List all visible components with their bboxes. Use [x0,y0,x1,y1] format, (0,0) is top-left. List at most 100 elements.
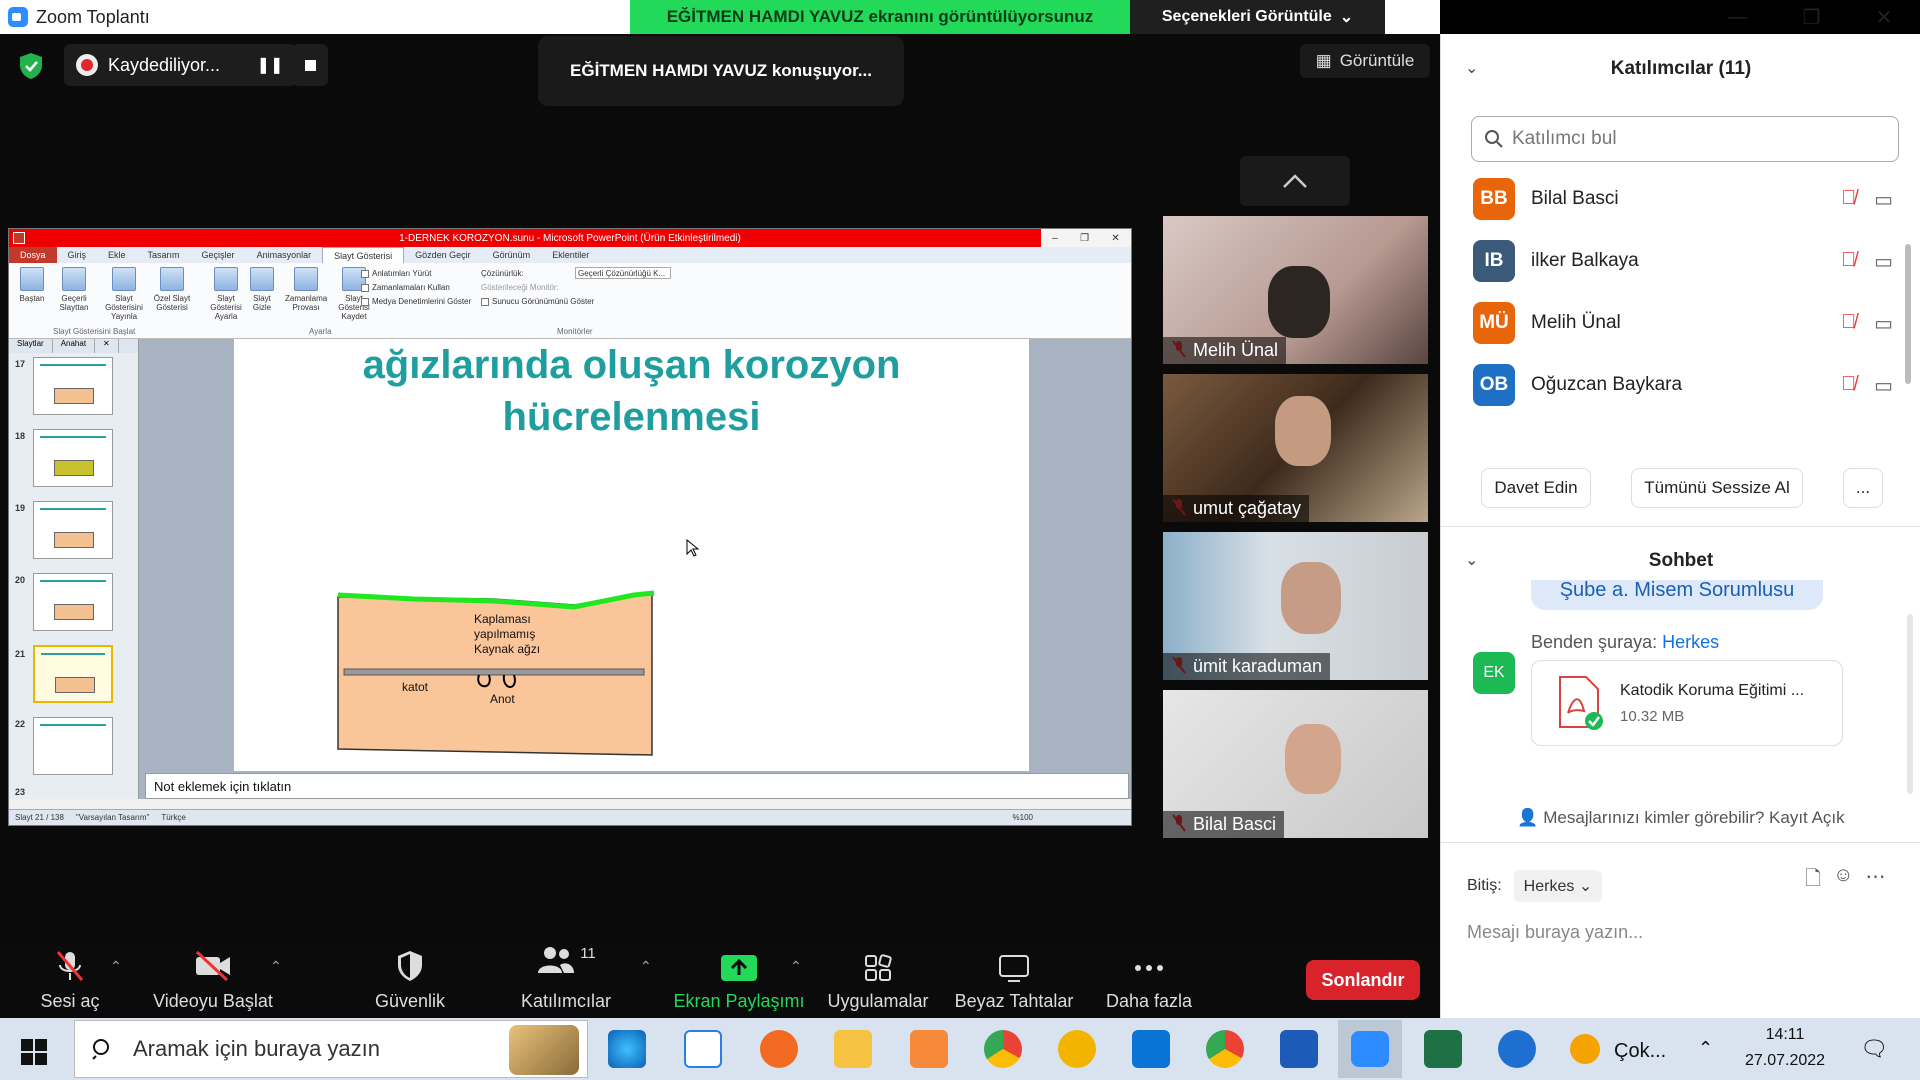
file-explorer-icon[interactable] [834,1030,872,1068]
file-icon[interactable]: 🗋 [1805,864,1821,898]
slide-thumbnail[interactable] [33,717,113,775]
ppt-tab-active[interactable]: Slayt Gösterisi [322,247,405,263]
stop-recording-button[interactable] [292,44,328,86]
from-target[interactable]: Herkes [1662,632,1719,652]
slide-thumbnail[interactable] [33,573,113,631]
emoji-icon[interactable]: ☺ [1833,864,1853,898]
more-options-icon[interactable]: ⋯ [1866,864,1886,898]
excel-icon[interactable] [1424,1030,1462,1068]
ppt-tab[interactable]: Dosya [9,247,57,263]
slide-thumbnail[interactable] [33,501,113,559]
ppt-tab[interactable]: Ekle [97,250,137,260]
shared-screen-powerpoint[interactable]: 1-DERNEK KOROZYON.sunu - Microsoft Power… [8,228,1132,826]
ppt-tab[interactable]: Eklentiler [541,250,600,260]
more-button[interactable]: Daha fazla [1098,946,1200,1018]
slide-thumbnail[interactable] [33,429,113,487]
help-icon[interactable] [1498,1030,1536,1068]
participants-scrollbar[interactable] [1905,244,1911,384]
ppt-rehearse-button[interactable]: Zamanlama Provası [285,267,327,312]
ppt-restore-icon[interactable]: ❐ [1080,233,1089,244]
audio-options-chevron-icon[interactable]: ⌃ [110,958,122,975]
status-zoom[interactable]: %100 [1013,813,1033,822]
mail-icon[interactable] [1132,1030,1170,1068]
ppt-notes-field[interactable]: Not eklemek için tıklatın [145,773,1129,799]
video-tile[interactable]: ümit karaduman [1163,532,1428,680]
tray-label[interactable]: Çok... [1614,1040,1666,1063]
chat-visibility-notice[interactable]: 👤 Mesajlarınızı kimler görebilir? Kayıt … [1441,808,1920,828]
video-tile[interactable]: Melih Ünal [1163,216,1428,364]
video-tile[interactable]: Bilal Basci [1163,690,1428,838]
close-icon[interactable]: ✕ [1876,5,1893,30]
restore-icon[interactable]: ❐ [1803,5,1821,30]
end-meeting-button[interactable]: Sonlandır [1306,960,1420,1000]
chat-message-input[interactable]: Mesajı buraya yazın... [1467,922,1643,943]
chat-scrollbar[interactable] [1907,614,1913,794]
slide-thumbnail[interactable] [33,357,113,415]
file-attachment[interactable]: Katodik Koruma Eğitimi ... 10.32 MB [1531,660,1843,746]
ppt-setup-show-button[interactable]: Slayt Gösterisi Ayarla [205,267,247,321]
pause-recording-button[interactable]: ❚❚ [252,44,288,86]
app-orange-icon[interactable] [760,1030,798,1068]
ppt-check-narrations[interactable]: Anlatımları Yürüt [361,269,431,278]
unmute-button[interactable]: Sesi aç [30,946,110,1018]
ppt-custom-show-button[interactable]: Özel Slayt Gösterisi [151,267,193,312]
tray-chevron-up-icon[interactable]: ⌃ [1698,1038,1713,1059]
zoom-taskbar-active[interactable] [1338,1020,1402,1078]
minimize-icon[interactable]: — [1728,6,1748,29]
ppt-broadcast-button[interactable]: Slayt Gösterisini Yayınla [99,267,149,321]
slides-tab[interactable]: Slaytlar [9,339,53,353]
slide-canvas[interactable]: ağızlarında oluşan korozyon hücrelenmesi… [234,339,1029,771]
ppt-tab[interactable]: Geçişler [191,250,246,260]
ppt-tab[interactable]: Giriş [57,250,98,260]
gallery-view-button[interactable]: ▦ Görüntüle [1300,44,1430,78]
participant-row[interactable]: OB Oğuzcan Baykara 🎙̸ ▭ [1473,360,1903,410]
ppt-check-timings[interactable]: Zamanlamaları Kullan [361,283,450,292]
ppt-check-presenter[interactable]: Sunucu Görünümünü Göster [481,297,594,306]
participants-more-button[interactable]: ... [1843,468,1883,508]
participant-row[interactable]: MÜ Melih Ünal 🎙̸ ▭ [1473,298,1903,348]
app-icon[interactable] [910,1030,948,1068]
word-icon[interactable] [1280,1030,1318,1068]
taskbar-clock[interactable]: 14:11 27.07.2022 [1720,1022,1850,1074]
video-options-chevron-icon[interactable]: ⌃ [270,958,282,975]
participants-button[interactable]: 11 Katılımcılar [516,945,616,1018]
taskbar-search-input[interactable]: Aramak için buraya yazın [74,1020,588,1078]
ppt-tab[interactable]: Görünüm [482,250,542,260]
encryption-shield-icon[interactable] [18,52,44,80]
participant-row[interactable]: IB ilker Balkaya 🎙̸ ▭ [1473,236,1903,286]
close-panel-icon[interactable]: ✕ [95,339,119,353]
participants-options-chevron-icon[interactable]: ⌃ [640,958,652,975]
ppt-from-current-button[interactable]: Geçerli Slayttan [53,267,95,312]
ppt-from-start-button[interactable]: Baştan [11,267,53,303]
apps-button[interactable]: Uygulamalar [824,946,932,1018]
ppt-hide-slide-button[interactable]: Slayt Gizle [245,267,279,312]
start-video-button[interactable]: Videoyu Başlat [148,946,278,1018]
ppt-tab[interactable]: Tasarım [137,250,191,260]
share-screen-button[interactable]: Ekran Paylaşımı [672,946,806,1018]
weather-icon[interactable] [1570,1034,1600,1064]
ppt-resolution-select[interactable]: Geçerli Çözünürlüğü K... [575,267,671,279]
share-options-chevron-icon[interactable]: ⌃ [790,958,802,975]
ppt-tab[interactable]: Animasyonlar [246,250,323,260]
notifications-icon[interactable]: 🗨 [1860,1036,1888,1062]
outline-tab[interactable]: Anahat [53,339,96,353]
chrome-icon[interactable] [984,1030,1022,1068]
edge-icon[interactable] [608,1030,646,1068]
view-options-button[interactable]: Seçenekleri Görüntüle ⌄ [1130,0,1385,34]
collapse-videos-button[interactable] [1240,156,1350,206]
recipient-select[interactable]: Herkes ⌄ [1513,870,1603,902]
ppt-minimize-icon[interactable]: – [1052,233,1058,244]
windows-start-icon[interactable] [20,1038,48,1066]
mute-all-button[interactable]: Tümünü Sessize Al [1631,468,1803,508]
participant-row[interactable]: BB Bilal Basci 🎙̸ ▭ [1473,174,1903,224]
ppt-close-icon[interactable]: ✕ [1111,233,1119,244]
whiteboards-button[interactable]: Beyaz Tahtalar [952,946,1076,1018]
video-tile[interactable]: umut çağatay [1163,374,1428,522]
app-yellow-icon[interactable] [1058,1030,1096,1068]
security-button[interactable]: Güvenlik [362,946,458,1018]
chrome-profile-icon[interactable] [1206,1030,1244,1068]
participant-search-input[interactable]: Katılımcı bul [1471,116,1899,162]
ppt-tab[interactable]: Gözden Geçir [404,250,482,260]
slide-thumbnail-selected[interactable] [33,645,113,703]
invite-button[interactable]: Davet Edin [1481,468,1591,508]
